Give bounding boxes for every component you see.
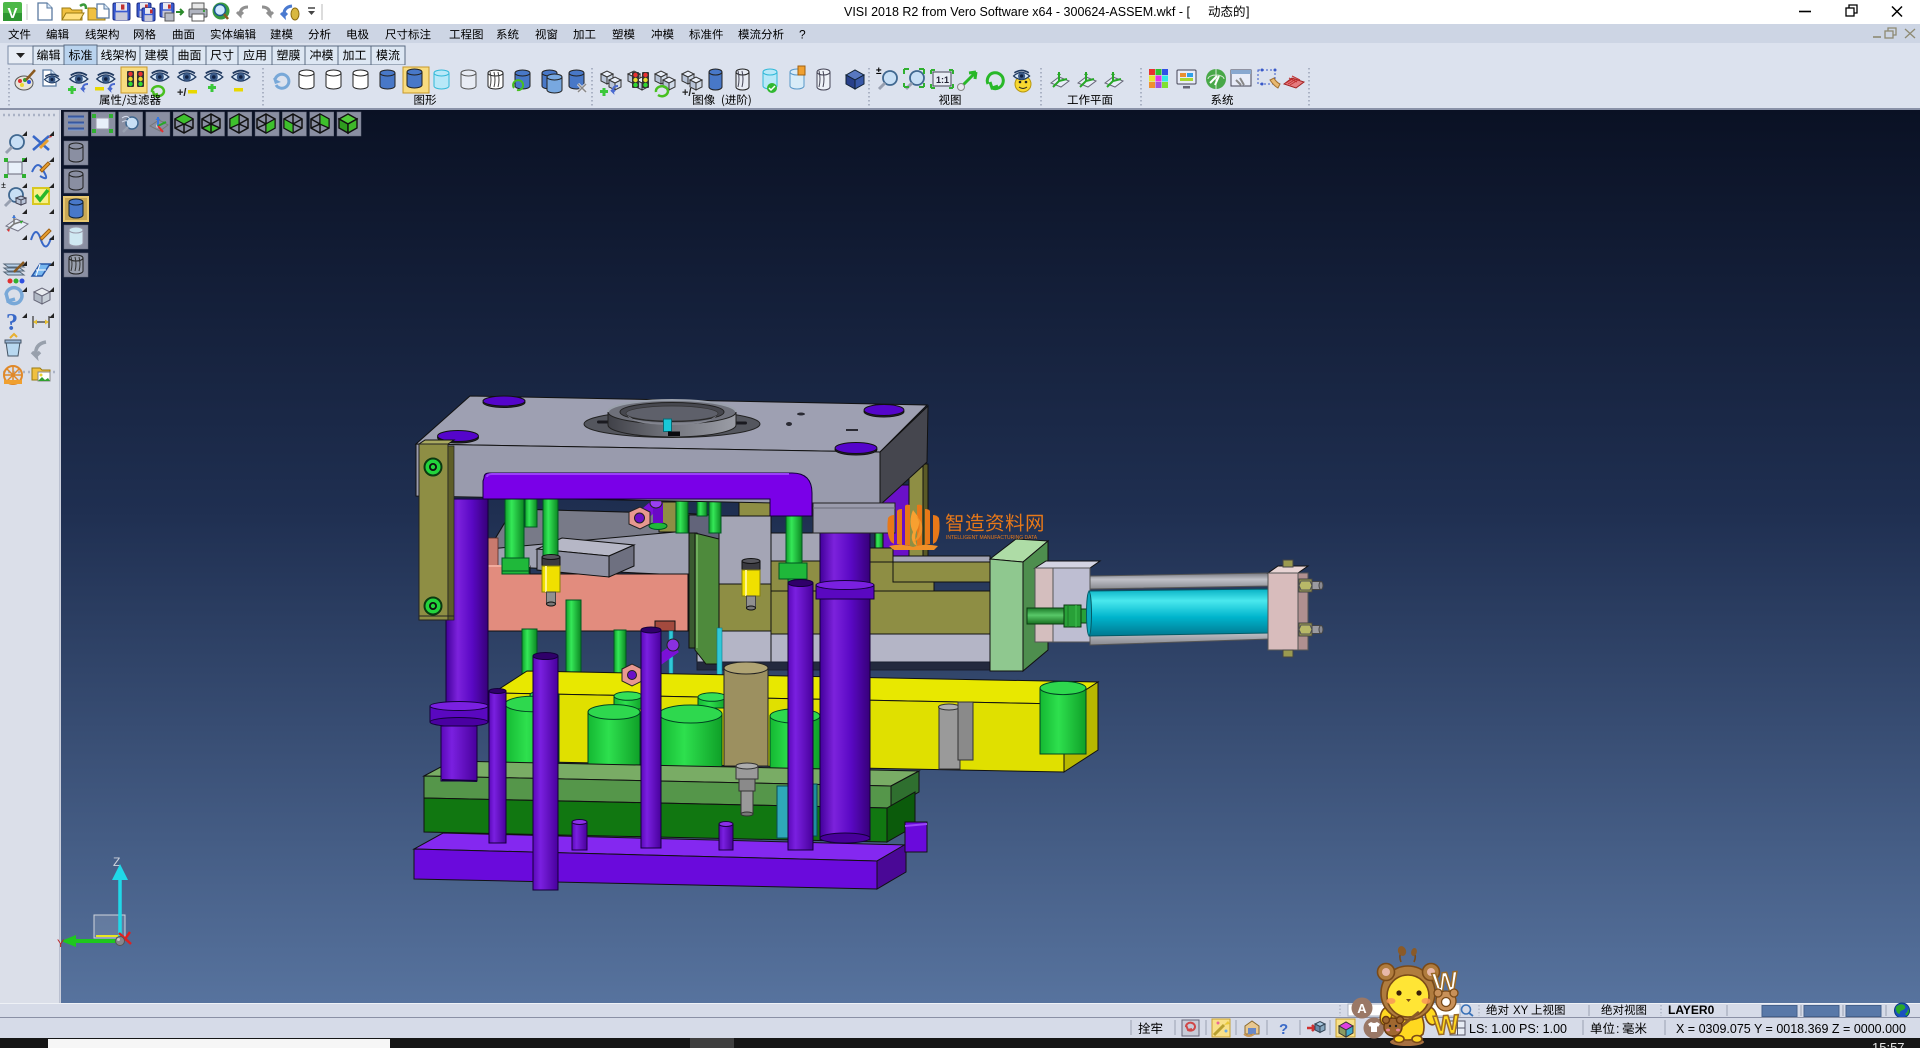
svg-text:Y: Y — [57, 938, 65, 950]
svg-text:±: ± — [876, 66, 882, 77]
svg-text:]: ] — [1246, 5, 1249, 19]
svg-text:LS: 1.00 PS: 1.00: LS: 1.00 PS: 1.00 — [1469, 1022, 1567, 1036]
svg-text:LAYER0: LAYER0 — [1668, 1003, 1715, 1017]
svg-text:?: ? — [6, 310, 18, 336]
svg-text:INTELLIGENT MANUFACTURING DATA: INTELLIGENT MANUFACTURING DATA — [946, 535, 1038, 541]
svg-text:VISI 2018 R2 from Vero Softwar: VISI 2018 R2 from Vero Software x64 - 30… — [844, 5, 1191, 19]
svg-text:?: ? — [1279, 1021, 1288, 1038]
svg-text:V: V — [7, 5, 17, 22]
svg-text::: : — [1616, 1022, 1619, 1036]
svg-text:W: W — [1433, 1009, 1461, 1041]
svg-text:?: ? — [799, 28, 806, 42]
svg-text:+/: +/ — [177, 87, 186, 99]
svg-text:XY: XY — [1513, 1005, 1529, 1017]
svg-text:A: A — [1357, 1001, 1367, 1016]
svg-text:X = 0309.075 Y = 0018.369 Z =: X = 0309.075 Y = 0018.369 Z = 0000.000 — [1676, 1022, 1906, 1036]
svg-text:15:57: 15:57 — [1872, 1040, 1905, 1048]
svg-text:1:1: 1:1 — [936, 75, 949, 85]
svg-text:±: ± — [1, 180, 6, 190]
